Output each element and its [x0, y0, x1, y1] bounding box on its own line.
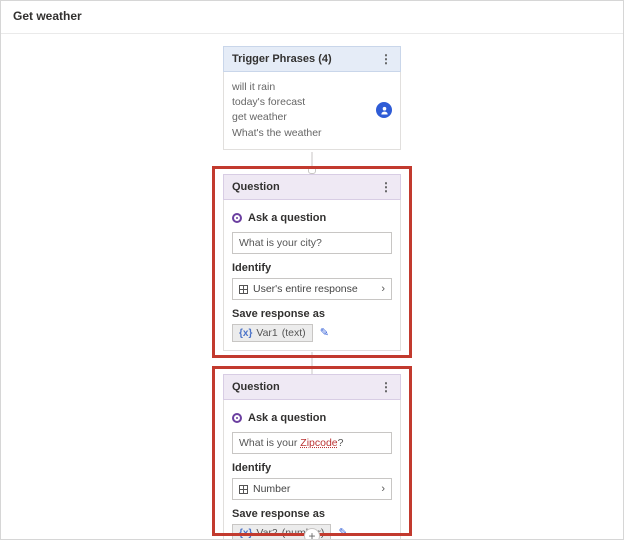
question-prompt-input[interactable]: What is your city?: [232, 232, 392, 254]
authoring-canvas-page: Get weather Trigger Phrases (4) ⋮ will i…: [0, 0, 624, 540]
save-response-label: Save response as: [232, 308, 392, 320]
variable-icon: {x}: [239, 328, 252, 339]
question-prompt-input[interactable]: What is your Zipcode?: [232, 432, 392, 454]
trigger-phrase: What's the weather: [232, 126, 374, 141]
question-header: Question ⋮: [223, 374, 401, 400]
entity-icon: [239, 485, 248, 494]
trigger-phrase-list: will it rain today's forecast get weathe…: [232, 80, 392, 141]
ask-question-row: Ask a question: [232, 408, 392, 428]
question-header-label: Question: [232, 181, 280, 193]
trigger-phrase: get weather: [232, 110, 374, 125]
trigger-phrase: will it rain: [232, 80, 374, 95]
entity-icon: [239, 285, 248, 294]
chevron-right-icon: ›: [381, 283, 385, 295]
chevron-right-icon: ›: [381, 483, 385, 495]
variable-type: (text): [282, 327, 306, 339]
variable-icon: {x}: [239, 528, 252, 539]
variable-name: Var1: [256, 327, 277, 339]
identify-value: User's entire response: [253, 283, 358, 295]
trigger-body: will it rain today's forecast get weathe…: [223, 72, 401, 150]
more-icon[interactable]: ⋮: [380, 181, 392, 193]
variable-name: Var2: [256, 527, 277, 539]
identify-label: Identify: [232, 262, 392, 274]
identify-label: Identify: [232, 462, 392, 474]
question-node[interactable]: Question ⋮ Ask a question What is your Z…: [223, 374, 401, 540]
prompt-highlight: Zipcode: [300, 437, 337, 449]
radio-icon: [232, 213, 242, 223]
person-icon: [376, 102, 392, 118]
question-body: Ask a question What is your Zipcode? Ide…: [223, 400, 401, 540]
add-node-button[interactable]: +: [304, 528, 320, 540]
more-icon[interactable]: ⋮: [380, 381, 392, 393]
question-body: Ask a question What is your city? Identi…: [223, 200, 401, 351]
connector: [312, 352, 313, 374]
trigger-phrase: today's forecast: [232, 95, 374, 110]
edit-icon[interactable]: ✎: [320, 327, 329, 339]
ask-question-row: Ask a question: [232, 208, 392, 228]
page-title: Get weather: [1, 1, 623, 34]
identify-select[interactable]: Number ›: [232, 478, 392, 500]
trigger-header-label: Trigger Phrases (4): [232, 53, 332, 65]
canvas[interactable]: Trigger Phrases (4) ⋮ will it rain today…: [1, 34, 623, 540]
question-header-label: Question: [232, 381, 280, 393]
prompt-suffix: ?: [338, 437, 344, 449]
save-response-label: Save response as: [232, 508, 392, 520]
question-header: Question ⋮: [223, 174, 401, 200]
edit-icon[interactable]: ✎: [338, 527, 347, 539]
trigger-node[interactable]: Trigger Phrases (4) ⋮ will it rain today…: [223, 46, 401, 150]
trigger-header: Trigger Phrases (4) ⋮: [223, 46, 401, 72]
prompt-prefix: What is your: [239, 437, 300, 449]
variable-chip[interactable]: {x} Var1 (text): [232, 324, 313, 342]
ask-question-label: Ask a question: [248, 412, 326, 424]
identify-select[interactable]: User's entire response ›: [232, 278, 392, 300]
variable-row: {x} Var1 (text) ✎: [232, 324, 392, 342]
connector-port: [308, 166, 316, 174]
more-icon[interactable]: ⋮: [380, 53, 392, 65]
radio-icon: [232, 413, 242, 423]
question-node[interactable]: Question ⋮ Ask a question What is your c…: [223, 174, 401, 351]
identify-value: Number: [253, 483, 290, 495]
ask-question-label: Ask a question: [248, 212, 326, 224]
